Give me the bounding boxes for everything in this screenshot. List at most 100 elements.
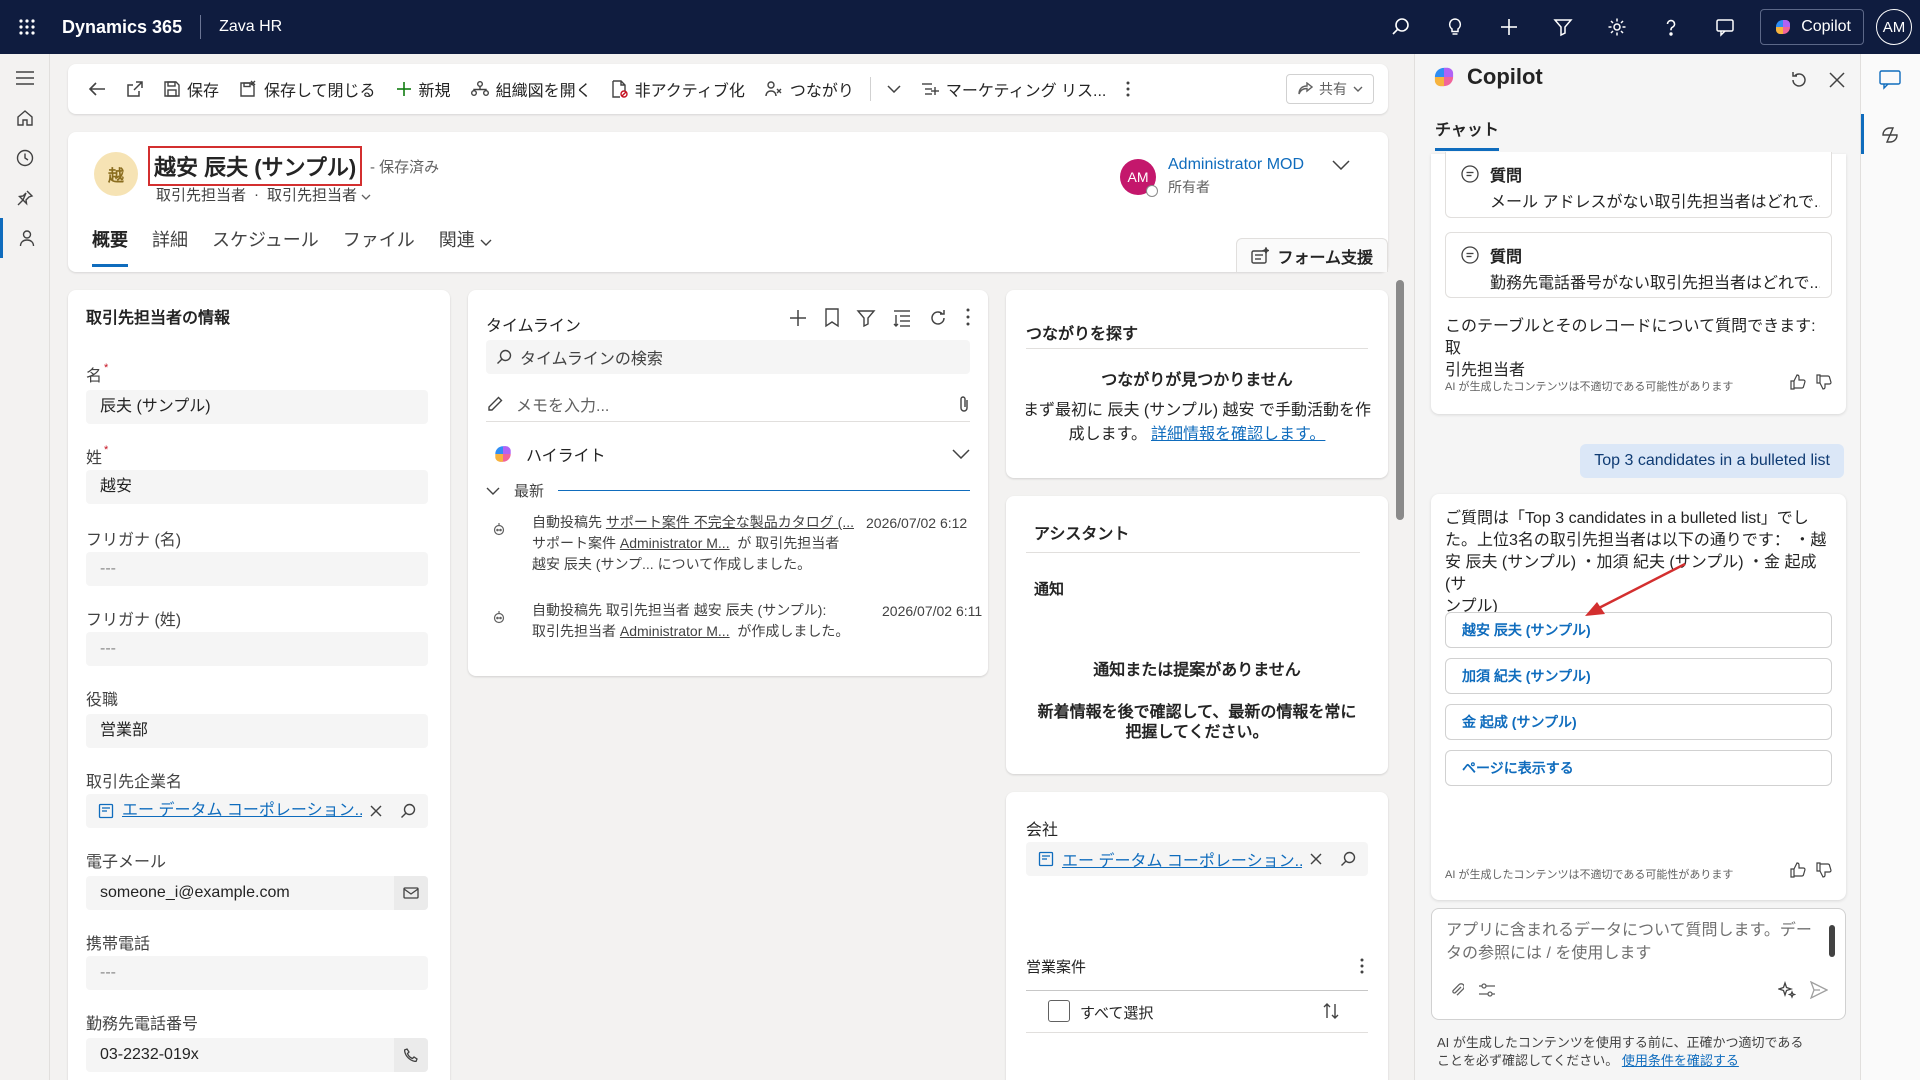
- tab-details[interactable]: 詳細: [152, 226, 188, 267]
- refresh-icon[interactable]: [928, 308, 948, 328]
- sort-list-icon[interactable]: [892, 308, 912, 328]
- user-avatar[interactable]: AM: [1876, 9, 1912, 45]
- terms-link[interactable]: 使用条件を確認する: [1622, 1053, 1739, 1068]
- header-expand-chevron-icon[interactable]: [1332, 160, 1350, 170]
- tab-chat[interactable]: チャット: [1435, 116, 1499, 151]
- save-and-close-button[interactable]: 保存して閉じる: [229, 71, 386, 107]
- highlight-header[interactable]: ハイライト: [492, 442, 970, 466]
- business-phone-field[interactable]: 03-2232-019x: [86, 1038, 428, 1072]
- clear-x-icon[interactable]: [1310, 853, 1322, 865]
- filter-icon[interactable]: [1536, 0, 1590, 54]
- settings-gear-icon[interactable]: [1590, 0, 1644, 54]
- sparkle-prompt-icon[interactable]: [1778, 981, 1796, 999]
- settings-sliders-icon[interactable]: [1478, 981, 1496, 999]
- details-link[interactable]: 詳細情報を確認します。: [1151, 426, 1325, 443]
- lookup-search-icon[interactable]: [400, 803, 416, 819]
- copilot-rail-icon[interactable]: [1879, 124, 1901, 146]
- form-selector[interactable]: 取引先担当者: [267, 184, 371, 205]
- author-link[interactable]: Administrator M...: [620, 623, 730, 639]
- suggested-question-2[interactable]: 質問 勤務先電話番号がない取引先担当者はどれで...: [1445, 232, 1832, 298]
- select-all-checkbox[interactable]: [1048, 1000, 1070, 1022]
- app-name[interactable]: Zava HR: [200, 15, 282, 39]
- copilot-button[interactable]: Copilot: [1760, 9, 1864, 45]
- pin-icon[interactable]: [0, 178, 50, 218]
- candidate-link-2[interactable]: 加須 紀夫 (サンプル): [1445, 658, 1832, 694]
- recent-clock-icon[interactable]: [0, 138, 50, 178]
- last-name-field[interactable]: 越安: [86, 470, 428, 504]
- deactivate-button[interactable]: 非アクティブ化: [602, 71, 755, 107]
- more-vertical-icon[interactable]: [1360, 958, 1364, 974]
- company-lookup-field[interactable]: エー データム コーポレーション...: [1026, 842, 1368, 876]
- thumbs-up-icon[interactable]: [1790, 862, 1806, 878]
- close-icon[interactable]: [1829, 72, 1845, 88]
- chat-feedback-icon[interactable]: [1698, 0, 1752, 54]
- tab-related[interactable]: 関連: [439, 226, 492, 267]
- filter-icon[interactable]: [856, 308, 876, 328]
- tab-files[interactable]: ファイル: [343, 226, 415, 267]
- furigana-first-field[interactable]: ---: [86, 552, 428, 586]
- send-icon[interactable]: [1810, 981, 1828, 999]
- thumbs-up-icon[interactable]: [1790, 374, 1806, 390]
- furigana-last-field[interactable]: ---: [86, 632, 428, 666]
- form-assist-button[interactable]: フォーム支援: [1236, 238, 1388, 272]
- share-button[interactable]: 共有: [1286, 74, 1374, 104]
- tab-schedule[interactable]: スケジュール: [212, 226, 319, 267]
- job-title-field[interactable]: 営業部: [86, 714, 428, 748]
- email-label: 電子メール: [86, 854, 167, 871]
- timeline-post[interactable]: 自動投稿先 取引先担当者 越安 辰夫 (サンプル): 取引先担当者 Admini…: [532, 600, 849, 642]
- support-case-link[interactable]: サポート案件 不完全な製品カタログ (...: [606, 514, 854, 530]
- attachment-paperclip-icon[interactable]: [1450, 981, 1464, 999]
- chat-feedback-icon[interactable]: [1879, 70, 1901, 90]
- open-in-new-window-button[interactable]: [116, 71, 154, 107]
- company-label: 会社: [1026, 822, 1059, 839]
- company-lookup-link[interactable]: エー データム コーポレーション...: [122, 794, 362, 828]
- contacts-person-icon[interactable]: [0, 218, 50, 258]
- add-plus-icon[interactable]: [788, 308, 808, 328]
- brand-name[interactable]: Dynamics 365: [62, 17, 182, 38]
- email-field[interactable]: someone_i@example.com: [86, 876, 428, 910]
- tab-summary[interactable]: 概要: [92, 226, 128, 267]
- candidate-link-3[interactable]: 金 起成 (サンプル): [1445, 704, 1832, 740]
- search-icon[interactable]: [1374, 0, 1428, 54]
- company-lookup-link[interactable]: エー データム コーポレーション...: [1062, 847, 1302, 871]
- first-name-field[interactable]: 辰夫 (サンプル): [86, 390, 428, 424]
- plus-icon[interactable]: [1482, 0, 1536, 54]
- phone-call-icon[interactable]: [394, 1038, 428, 1072]
- hamburger-menu-icon[interactable]: [0, 58, 50, 98]
- sort-arrows-icon[interactable]: [1322, 1002, 1340, 1020]
- mobile-field[interactable]: ---: [86, 956, 428, 990]
- timeline-search-input[interactable]: タイムラインの検索: [486, 340, 970, 374]
- thumbs-down-icon[interactable]: [1816, 862, 1832, 878]
- lightbulb-icon[interactable]: [1428, 0, 1482, 54]
- note-input[interactable]: メモを入力...: [486, 386, 970, 422]
- refresh-icon[interactable]: [1789, 70, 1809, 90]
- app-launcher-icon[interactable]: [0, 0, 54, 54]
- copilot-chat-input[interactable]: アプリに含まれるデータについて質問します。デー タの参照には / を使用します: [1431, 908, 1846, 1020]
- clear-x-icon[interactable]: [370, 805, 382, 817]
- help-icon[interactable]: [1644, 0, 1698, 54]
- lookup-search-icon[interactable]: [1340, 851, 1356, 867]
- connections-button[interactable]: つながり: [755, 71, 864, 107]
- company-lookup-field[interactable]: エー データム コーポレーション...: [86, 794, 428, 828]
- back-button[interactable]: [78, 71, 116, 107]
- author-link[interactable]: Administrator M...: [620, 535, 730, 551]
- thumbs-down-icon[interactable]: [1816, 374, 1832, 390]
- send-email-icon[interactable]: [394, 876, 428, 910]
- more-vertical-icon[interactable]: [966, 308, 970, 328]
- main-scrollbar[interactable]: [1396, 280, 1404, 520]
- timeline-post[interactable]: 自動投稿先 サポート案件 不完全な製品カタログ (... サポート案件 Admi…: [532, 512, 854, 575]
- suggested-question-1[interactable]: 質問 メール アドレスがない取引先担当者はどれで...: [1445, 152, 1832, 218]
- show-on-page-button[interactable]: ページに表示する: [1445, 750, 1832, 786]
- connections-dropdown-button[interactable]: [877, 71, 911, 107]
- input-scrollbar[interactable]: [1829, 925, 1835, 957]
- more-commands-button[interactable]: [1116, 71, 1140, 107]
- attachment-paperclip-icon[interactable]: [958, 395, 970, 413]
- save-button[interactable]: 保存: [154, 71, 229, 107]
- bookmark-icon[interactable]: [824, 308, 840, 328]
- latest-group-header[interactable]: 最新: [486, 480, 970, 501]
- new-button[interactable]: 新規: [386, 71, 461, 107]
- open-org-chart-button[interactable]: 組織図を開く: [461, 71, 602, 107]
- home-icon[interactable]: [0, 98, 50, 138]
- owner-name-link[interactable]: Administrator MOD: [1168, 156, 1304, 174]
- add-to-marketing-list-button[interactable]: マーケティング リス...: [911, 71, 1117, 107]
